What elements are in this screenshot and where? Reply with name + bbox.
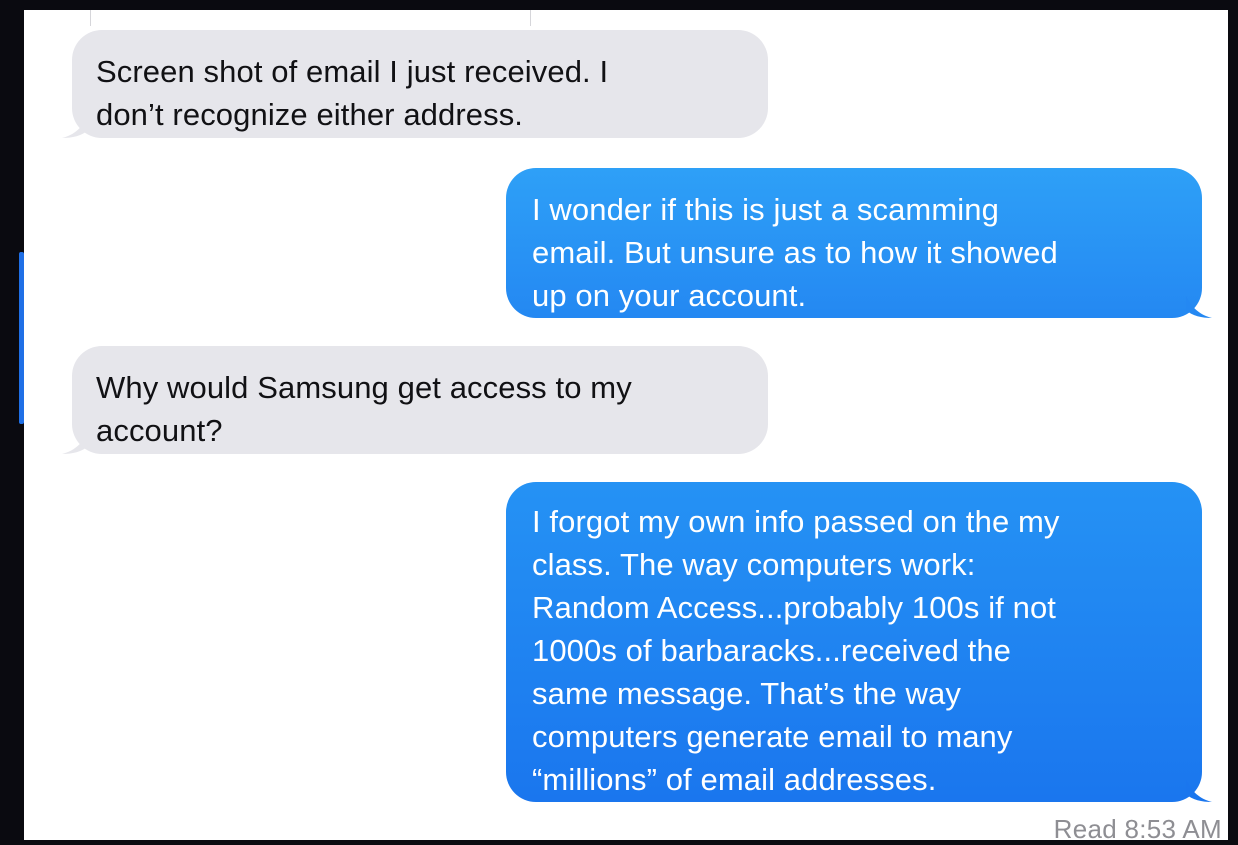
messages-panel[interactable]: Screen shot of email I just received. I … bbox=[24, 10, 1228, 844]
message-text: I forgot my own info passed on the my cl… bbox=[532, 504, 1060, 797]
screen-frame: Screen shot of email I just received. I … bbox=[0, 0, 1238, 844]
top-divider-right bbox=[530, 10, 531, 26]
bubble-tail-icon bbox=[1186, 780, 1212, 802]
top-divider-left bbox=[90, 10, 91, 26]
message-text: Why would Samsung get access to my accou… bbox=[96, 370, 632, 448]
bubble-tail-icon bbox=[62, 116, 88, 138]
message-bubble-sent[interactable]: I forgot my own info passed on the my cl… bbox=[506, 482, 1212, 802]
message-text: Screen shot of email I just received. I … bbox=[96, 54, 609, 132]
message-text: I wonder if this is just a scamming emai… bbox=[532, 192, 1058, 313]
read-receipt: Read 8:53 AM bbox=[1053, 814, 1222, 844]
message-bubble-received[interactable]: Why would Samsung get access to my accou… bbox=[62, 346, 768, 454]
bubble-tail-icon bbox=[62, 432, 88, 454]
bubble-tail-icon bbox=[1186, 296, 1212, 318]
message-bubble-received[interactable]: Screen shot of email I just received. I … bbox=[62, 30, 768, 138]
message-bubble-sent[interactable]: I wonder if this is just a scamming emai… bbox=[506, 168, 1212, 318]
